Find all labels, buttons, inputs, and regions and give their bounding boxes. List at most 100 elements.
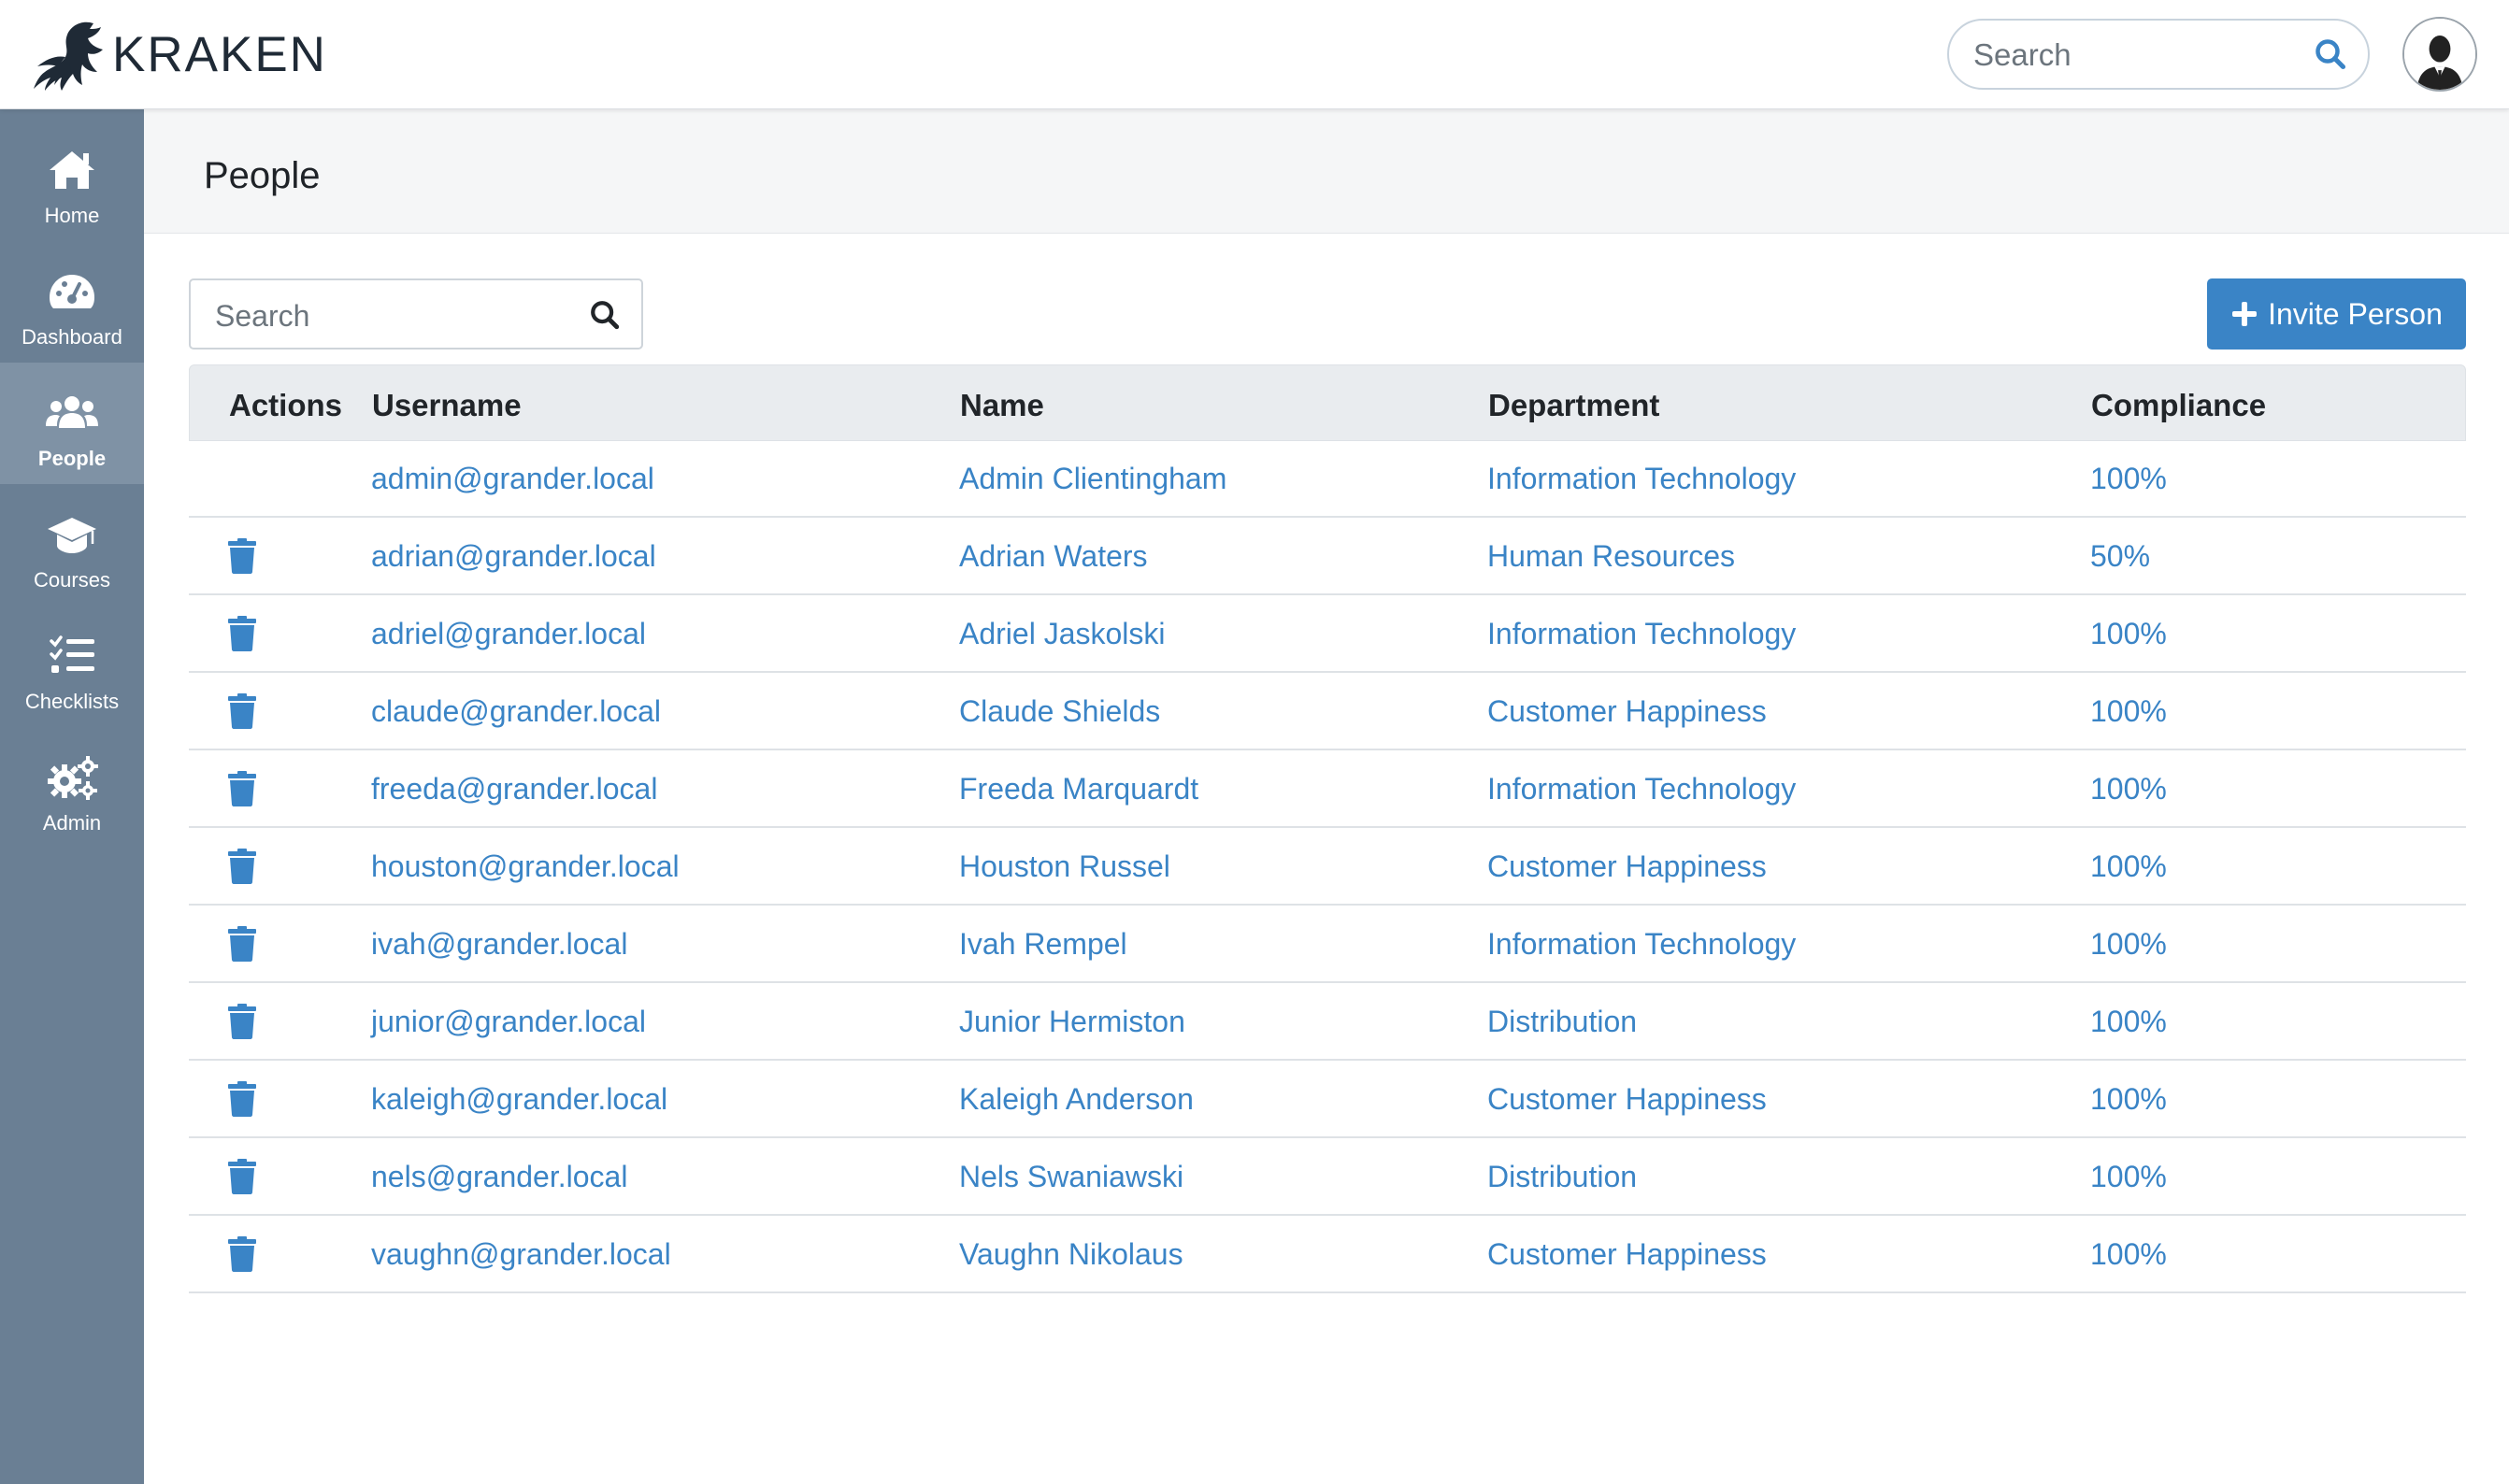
sidebar-item-dashboard[interactable]: Dashboard bbox=[0, 241, 144, 363]
department-link[interactable]: Distribution bbox=[1487, 1005, 1637, 1039]
sidebar-item-checklists[interactable]: Checklists bbox=[0, 606, 144, 727]
name-link[interactable]: Houston Russel bbox=[959, 849, 1170, 884]
table-row: claude@grander.local Claude Shields Custom… bbox=[189, 674, 2466, 750]
sidebar-item-label: Dashboard bbox=[22, 325, 122, 349]
table-header-row: Actions Username Name Department Complia… bbox=[189, 364, 2466, 441]
sidebar-item-label: Admin bbox=[42, 811, 102, 835]
department-link[interactable]: Distribution bbox=[1487, 1160, 1637, 1194]
column-header-actions: Actions bbox=[229, 388, 343, 422]
dashboard-icon bbox=[50, 275, 94, 308]
compliance-link[interactable]: 100% bbox=[2090, 1082, 2167, 1117]
column-header-username: Username bbox=[372, 388, 522, 422]
name-link[interactable]: Adriel Jaskolski bbox=[959, 617, 1166, 651]
name-link[interactable]: Kaleigh Anderson bbox=[959, 1082, 1194, 1117]
compliance-link[interactable]: 100% bbox=[2090, 617, 2167, 651]
invite-person-button[interactable]: Invite Person bbox=[2207, 278, 2466, 350]
table-row: admin@grander.local Admin Clientingham Inf… bbox=[189, 441, 2466, 518]
trash-icon[interactable] bbox=[228, 1004, 256, 1039]
department-link[interactable]: Information Technology bbox=[1487, 462, 1796, 496]
sidebar-item-courses[interactable]: Courses bbox=[0, 484, 144, 606]
brand-logo-link[interactable]: KRAKEN bbox=[28, 15, 327, 93]
department-link[interactable]: Information Technology bbox=[1487, 772, 1796, 806]
name-link[interactable]: Admin Clientingham bbox=[959, 462, 1226, 496]
trash-icon[interactable] bbox=[228, 693, 256, 729]
department-link[interactable]: Customer Happiness bbox=[1487, 694, 1767, 729]
brand-name: KRAKEN bbox=[112, 26, 327, 82]
username-link[interactable]: vaughn@grander.local bbox=[371, 1237, 671, 1272]
top-navbar: KRAKEN bbox=[0, 0, 2509, 109]
compliance-link[interactable]: 50% bbox=[2090, 539, 2150, 574]
department-link[interactable]: Information Technology bbox=[1487, 617, 1796, 651]
username-link[interactable]: kaleigh@grander.local bbox=[371, 1082, 667, 1117]
people-search bbox=[189, 278, 643, 350]
trash-icon[interactable] bbox=[228, 771, 256, 806]
column-header-department: Department bbox=[1488, 388, 1660, 422]
global-search-input[interactable] bbox=[1971, 28, 2312, 82]
compliance-link[interactable]: 100% bbox=[2090, 927, 2167, 962]
people-icon bbox=[46, 396, 98, 428]
sidebar-item-admin[interactable]: Admin bbox=[0, 727, 144, 849]
department-link[interactable]: Information Technology bbox=[1487, 927, 1796, 962]
name-link[interactable]: Adrian Waters bbox=[959, 539, 1148, 574]
username-link[interactable]: adriel@grander.local bbox=[371, 617, 646, 651]
username-link[interactable]: freeda@grander.local bbox=[371, 772, 657, 806]
page-title: People bbox=[204, 155, 321, 196]
home-icon bbox=[50, 151, 94, 189]
compliance-link[interactable]: 100% bbox=[2090, 462, 2167, 496]
username-link[interactable]: adrian@grander.local bbox=[371, 539, 656, 574]
compliance-link[interactable]: 100% bbox=[2090, 1160, 2167, 1194]
name-link[interactable]: Claude Shields bbox=[959, 694, 1160, 729]
sidebar-item-label: Home bbox=[44, 204, 100, 227]
trash-icon[interactable] bbox=[228, 1236, 256, 1272]
compliance-link[interactable]: 100% bbox=[2090, 1237, 2167, 1272]
sidebar-item-people[interactable]: People bbox=[0, 363, 144, 484]
trash-icon[interactable] bbox=[228, 926, 256, 962]
table-row: adriel@grander.local Adriel Jaskolski Info… bbox=[189, 596, 2466, 673]
username-link[interactable]: junior@grander.local bbox=[371, 1005, 646, 1039]
invite-person-label: Invite Person bbox=[2268, 296, 2443, 331]
username-link[interactable]: nels@grander.local bbox=[371, 1160, 627, 1194]
trash-icon[interactable] bbox=[228, 1081, 256, 1117]
table-row: ivah@grander.local Ivah Rempel Information… bbox=[189, 906, 2466, 983]
trash-icon[interactable] bbox=[228, 616, 256, 651]
sidebar-item-home[interactable]: Home bbox=[0, 120, 144, 241]
plus-icon bbox=[2232, 302, 2258, 326]
name-link[interactable]: Ivah Rempel bbox=[959, 927, 1127, 962]
username-link[interactable]: ivah@grander.local bbox=[371, 927, 627, 962]
table-row: adrian@grander.local Adrian Waters Human R… bbox=[189, 519, 2466, 595]
department-link[interactable]: Human Resources bbox=[1487, 539, 1735, 574]
name-link[interactable]: Vaughn Nikolaus bbox=[959, 1237, 1183, 1272]
name-link[interactable]: Junior Hermiston bbox=[959, 1005, 1185, 1039]
department-link[interactable]: Customer Happiness bbox=[1487, 1082, 1767, 1117]
compliance-link[interactable]: 100% bbox=[2090, 772, 2167, 806]
department-link[interactable]: Customer Happiness bbox=[1487, 1237, 1767, 1272]
name-link[interactable]: Nels Swaniawski bbox=[959, 1160, 1183, 1194]
user-avatar[interactable] bbox=[2402, 17, 2477, 92]
sidebar-nav: Home Dashboard People Courses Checklists… bbox=[0, 108, 144, 1484]
compliance-link[interactable]: 100% bbox=[2090, 1005, 2167, 1039]
username-link[interactable]: admin@grander.local bbox=[371, 462, 654, 496]
trash-icon[interactable] bbox=[228, 538, 256, 574]
trash-icon[interactable] bbox=[228, 849, 256, 884]
trash-icon[interactable] bbox=[228, 1159, 256, 1194]
search-icon[interactable] bbox=[589, 299, 621, 331]
name-link[interactable]: Freeda Marquardt bbox=[959, 772, 1198, 806]
table-row: nels@grander.local Nels Swaniawski Distrib… bbox=[189, 1139, 2466, 1216]
table-row: vaughn@grander.local Vaughn Nikolaus Custo… bbox=[189, 1217, 2466, 1293]
compliance-link[interactable]: 100% bbox=[2090, 849, 2167, 884]
search-icon[interactable] bbox=[2314, 37, 2347, 71]
department-link[interactable]: Customer Happiness bbox=[1487, 849, 1767, 884]
sidebar-item-label: Courses bbox=[34, 568, 110, 592]
username-link[interactable]: claude@grander.local bbox=[371, 694, 661, 729]
graduation-cap-icon bbox=[48, 518, 96, 553]
page-header: People bbox=[144, 108, 2509, 234]
user-avatar-icon bbox=[2404, 19, 2475, 90]
sidebar-item-label: Checklists bbox=[24, 690, 120, 713]
table-row: kaleigh@grander.local Kaleigh Anderson Cus… bbox=[189, 1062, 2466, 1138]
compliance-link[interactable]: 100% bbox=[2090, 694, 2167, 729]
table-row: junior@grander.local Junior Hermiston Dist… bbox=[189, 984, 2466, 1061]
column-header-name: Name bbox=[960, 388, 1044, 422]
table-row: freeda@grander.local Freeda Marquardt Info… bbox=[189, 751, 2466, 828]
people-search-input[interactable] bbox=[213, 290, 572, 342]
username-link[interactable]: houston@grander.local bbox=[371, 849, 680, 884]
